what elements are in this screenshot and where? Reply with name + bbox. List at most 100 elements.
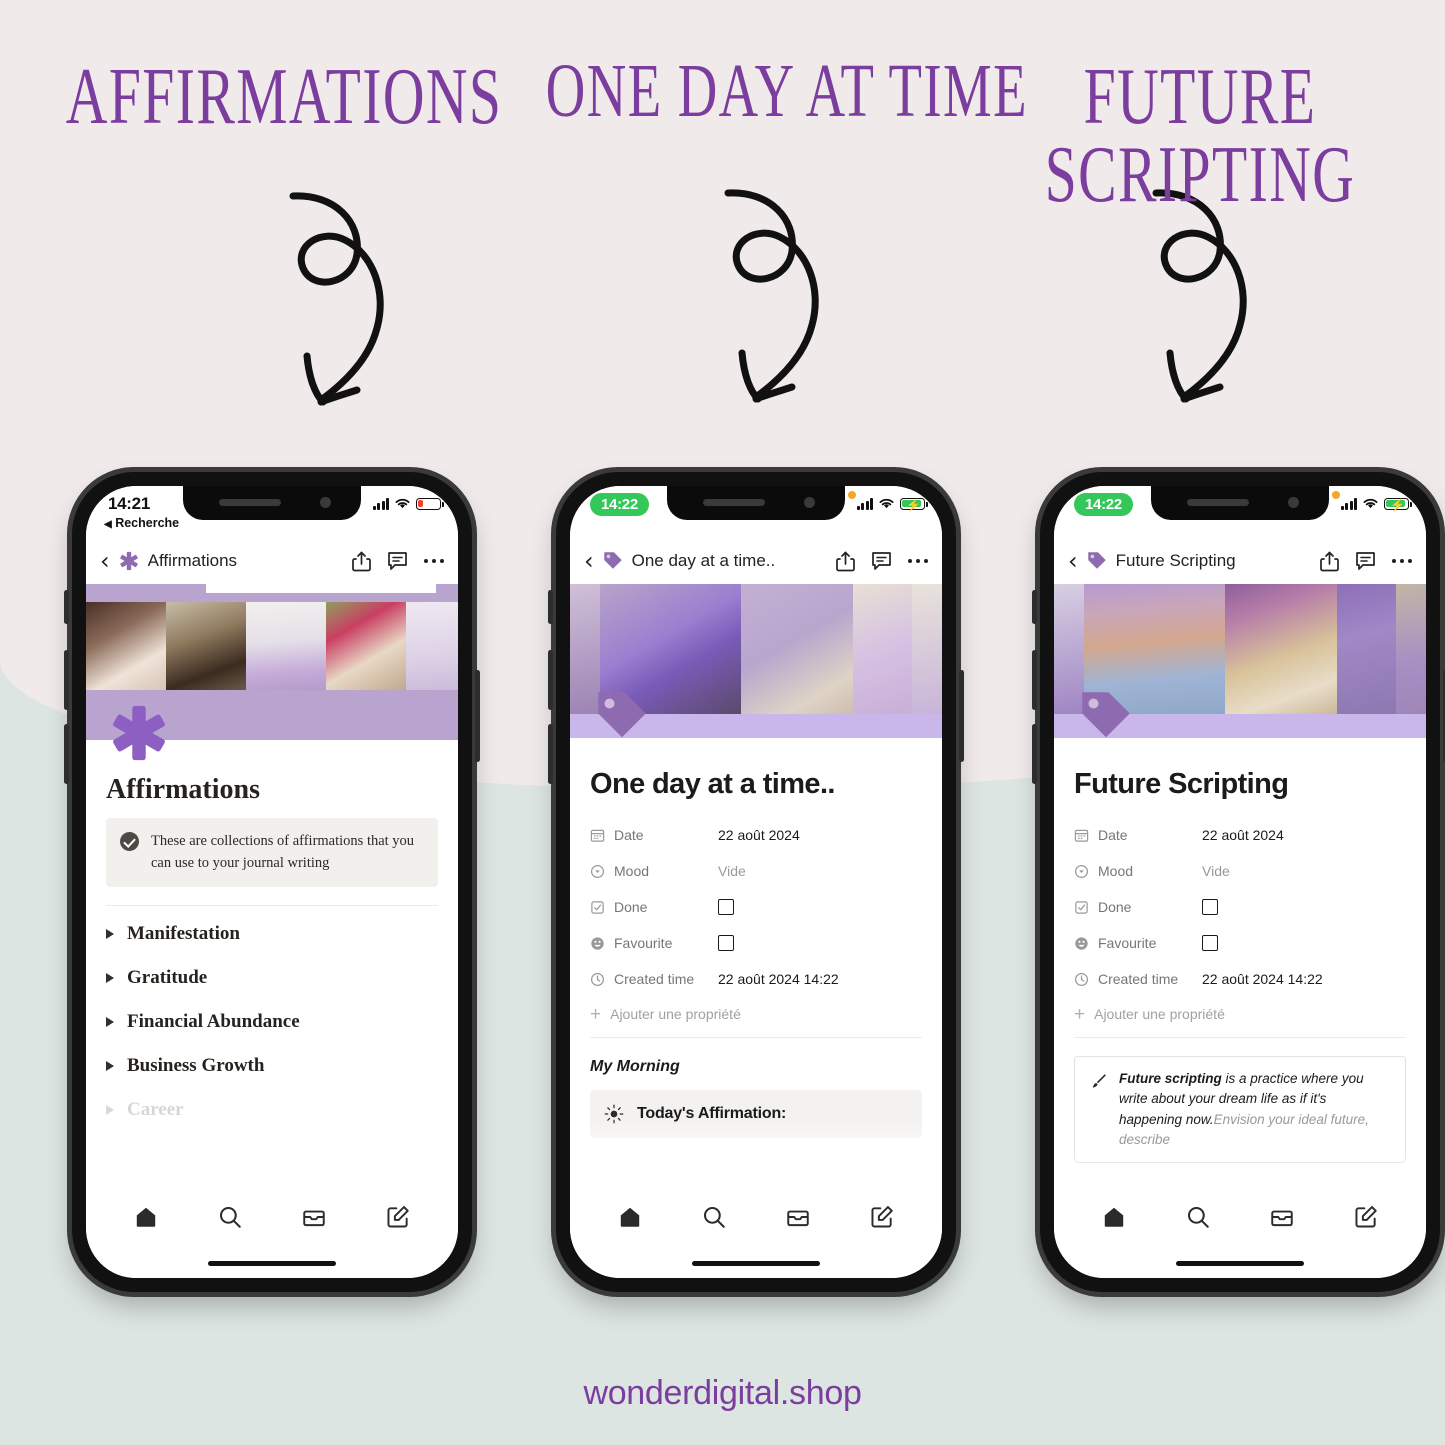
page-body: Affirmations These are collections of af… — [86, 774, 458, 1132]
share-icon[interactable] — [1319, 551, 1339, 572]
property-name: Done — [1074, 899, 1202, 915]
screen-affirmations: 14:21 ◀ Recherche ‹ Affirmations Affirma… — [86, 486, 458, 1278]
cover-photo — [325, 602, 406, 690]
more-dots-icon[interactable] — [907, 558, 928, 564]
property-value: Vide — [718, 863, 746, 879]
volume-up-button[interactable] — [548, 650, 553, 710]
affirmation-block[interactable]: Today's Affirmation: — [590, 1090, 922, 1138]
compose-icon[interactable] — [385, 1204, 411, 1230]
bottom-nav-bar — [1054, 1194, 1426, 1278]
asterisk-icon — [113, 705, 165, 761]
comment-icon[interactable] — [871, 551, 892, 571]
property-row-date[interactable]: Date 22 août 2024 — [590, 817, 922, 853]
mute-switch[interactable] — [64, 590, 69, 624]
property-row-favourite[interactable]: Favourite — [1074, 925, 1406, 961]
nav-title: Future Scripting — [1115, 551, 1236, 570]
search-icon[interactable] — [1185, 1204, 1211, 1230]
power-button[interactable] — [959, 670, 964, 762]
app-top-nav: ‹ One day at a time.. — [570, 538, 942, 584]
property-row-done[interactable]: Done — [1074, 889, 1406, 925]
page-title: Affirmations — [106, 774, 260, 805]
power-button[interactable] — [475, 670, 480, 762]
notch — [667, 486, 845, 520]
volume-up-button[interactable] — [64, 650, 69, 710]
toggle-manifestation[interactable]: Manifestation — [106, 912, 438, 956]
property-name: Date — [590, 827, 718, 843]
speaker-grille — [703, 499, 765, 506]
mute-switch[interactable] — [548, 590, 553, 624]
add-property-button[interactable]: + Ajouter une propriété — [590, 997, 922, 1031]
inbox-icon[interactable] — [301, 1204, 327, 1230]
volume-down-button[interactable] — [548, 724, 553, 784]
property-value: 22 août 2024 14:22 — [718, 971, 839, 987]
cover-image — [1054, 584, 1426, 738]
status-time-badge[interactable]: 14:22 — [590, 493, 649, 516]
toggle-gratitude[interactable]: Gratitude — [106, 956, 438, 1000]
chevron-right-icon — [106, 928, 114, 939]
divider — [106, 904, 438, 906]
more-dots-icon[interactable] — [423, 558, 444, 564]
back-button[interactable]: ‹ — [1068, 549, 1078, 573]
page-title: Future Scripting — [1074, 768, 1289, 800]
comment-icon[interactable] — [387, 551, 408, 571]
volume-up-button[interactable] — [1032, 650, 1037, 710]
checkbox-done[interactable] — [1202, 899, 1218, 915]
plus-icon: + — [1074, 1003, 1086, 1025]
cover-photo — [741, 584, 853, 714]
comment-icon[interactable] — [1355, 551, 1376, 571]
cover-photo — [912, 584, 942, 714]
property-row-created-time[interactable]: Created time 22 août 2024 14:22 — [1074, 961, 1406, 997]
checkbox-favourite[interactable] — [1202, 935, 1218, 951]
nav-title: One day at a time.. — [631, 551, 776, 570]
inbox-icon[interactable] — [785, 1204, 811, 1230]
home-icon[interactable] — [617, 1204, 643, 1230]
wifi-icon — [879, 498, 894, 509]
add-property-button[interactable]: + Ajouter une propriété — [1074, 997, 1406, 1031]
property-label: Date — [614, 827, 644, 843]
add-property-label: Ajouter une propriété — [1094, 1006, 1225, 1022]
property-row-done[interactable]: Done — [590, 889, 922, 925]
share-icon[interactable] — [351, 551, 371, 572]
home-icon[interactable] — [1101, 1204, 1127, 1230]
property-label: Favourite — [1098, 935, 1157, 951]
property-label: Mood — [614, 863, 650, 879]
toggle-financial-abundance[interactable]: Financial Abundance — [106, 1000, 438, 1044]
property-row-mood[interactable]: Mood Vide — [1074, 853, 1406, 889]
property-row-date[interactable]: Date 22 août 2024 — [1074, 817, 1406, 853]
home-indicator[interactable] — [692, 1261, 820, 1266]
bottom-nav-bar — [570, 1194, 942, 1278]
back-button[interactable]: ‹ — [584, 549, 594, 573]
property-name: Favourite — [590, 935, 718, 951]
toggle-business-growth[interactable]: Business Growth — [106, 1044, 438, 1088]
plus-icon: + — [590, 1003, 602, 1025]
more-dots-icon[interactable] — [1391, 558, 1412, 564]
home-indicator[interactable] — [208, 1261, 336, 1266]
property-row-mood[interactable]: Mood Vide — [590, 853, 922, 889]
checkbox-done[interactable] — [718, 899, 734, 915]
search-icon[interactable] — [217, 1204, 243, 1230]
back-button[interactable]: ‹ — [100, 549, 110, 573]
property-list: Date 22 août 2024 Mood Vide Done Favouri… — [590, 817, 922, 1038]
toggle-career[interactable]: Career — [106, 1088, 438, 1132]
property-value: Vide — [1202, 863, 1230, 879]
home-indicator[interactable] — [1176, 1261, 1304, 1266]
volume-down-button[interactable] — [1032, 724, 1037, 784]
property-name: Favourite — [1074, 935, 1202, 951]
compose-icon[interactable] — [1353, 1204, 1379, 1230]
property-row-created-time[interactable]: Created time 22 août 2024 14:22 — [590, 961, 922, 997]
checkbox-favourite[interactable] — [718, 935, 734, 951]
wifi-icon — [395, 498, 410, 509]
property-row-favourite[interactable]: Favourite — [590, 925, 922, 961]
search-icon[interactable] — [701, 1204, 727, 1230]
inbox-icon[interactable] — [1269, 1204, 1295, 1230]
compose-icon[interactable] — [869, 1204, 895, 1230]
home-icon[interactable] — [133, 1204, 159, 1230]
status-time-badge[interactable]: 14:22 — [1074, 493, 1133, 516]
share-icon[interactable] — [835, 551, 855, 572]
property-name: Date — [1074, 827, 1202, 843]
status-indicators — [372, 497, 444, 510]
property-list: Date 22 août 2024 Mood Vide Done Favouri… — [1074, 817, 1406, 1038]
property-label: Done — [1098, 899, 1132, 915]
mute-switch[interactable] — [1032, 590, 1037, 624]
volume-down-button[interactable] — [64, 724, 69, 784]
